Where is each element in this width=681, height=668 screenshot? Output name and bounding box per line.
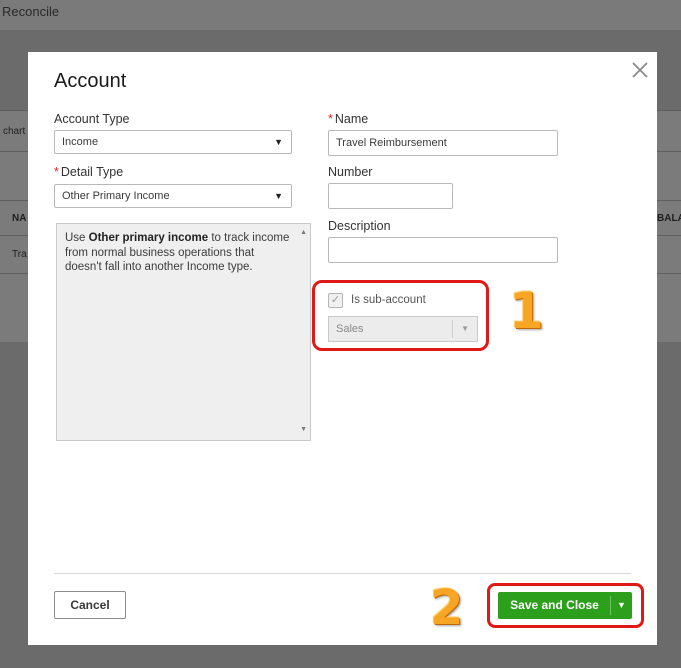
scroll-down-icon[interactable]: ▼	[300, 423, 307, 438]
account-type-value: Income	[62, 136, 99, 148]
scroll-up-icon[interactable]: ▲	[300, 226, 307, 241]
close-icon[interactable]	[628, 58, 652, 82]
save-and-close-label[interactable]: Save and Close	[498, 592, 611, 619]
number-label: Number	[328, 165, 373, 179]
reconcile-link: Reconcile	[2, 4, 60, 19]
description-input[interactable]	[328, 237, 558, 263]
caret-down-icon: ▼	[274, 137, 283, 147]
detail-type-help-text: Use Other primary income to track income…	[56, 223, 311, 441]
cancel-button[interactable]: Cancel	[54, 591, 126, 619]
save-and-close-button[interactable]: Save and Close ▼	[498, 592, 632, 619]
detail-type-select[interactable]: Other Primary Income ▼	[54, 184, 292, 208]
background-text: NA	[12, 213, 27, 224]
background-text: Tra	[12, 249, 27, 260]
account-type-label: Account Type	[54, 112, 130, 126]
background-text: BALA	[657, 213, 681, 224]
name-label: * Name	[328, 112, 369, 126]
caret-down-icon: ▼	[274, 191, 283, 201]
detail-type-value: Other Primary Income	[62, 190, 170, 202]
annotation-step-1: 1	[509, 282, 544, 340]
annotation-highlight-1	[312, 280, 489, 351]
required-mark: *	[328, 112, 333, 126]
number-input[interactable]	[328, 183, 453, 209]
background-topbar: Reconcile	[0, 0, 681, 30]
annotation-step-2: 2	[430, 580, 464, 636]
account-dialog: Account Account Type Income ▼ * Detail Ty…	[28, 52, 657, 645]
caret-down-icon[interactable]: ▼	[611, 592, 632, 619]
dialog-title: Account	[54, 70, 127, 92]
required-mark: *	[54, 165, 59, 179]
name-input[interactable]: Travel Reimbursement	[328, 130, 558, 156]
detail-type-label: * Detail Type	[54, 165, 124, 179]
description-label: Description	[328, 219, 391, 233]
account-type-select[interactable]: Income ▼	[54, 130, 292, 154]
background-text: chart	[3, 126, 26, 137]
footer-divider	[54, 573, 631, 574]
